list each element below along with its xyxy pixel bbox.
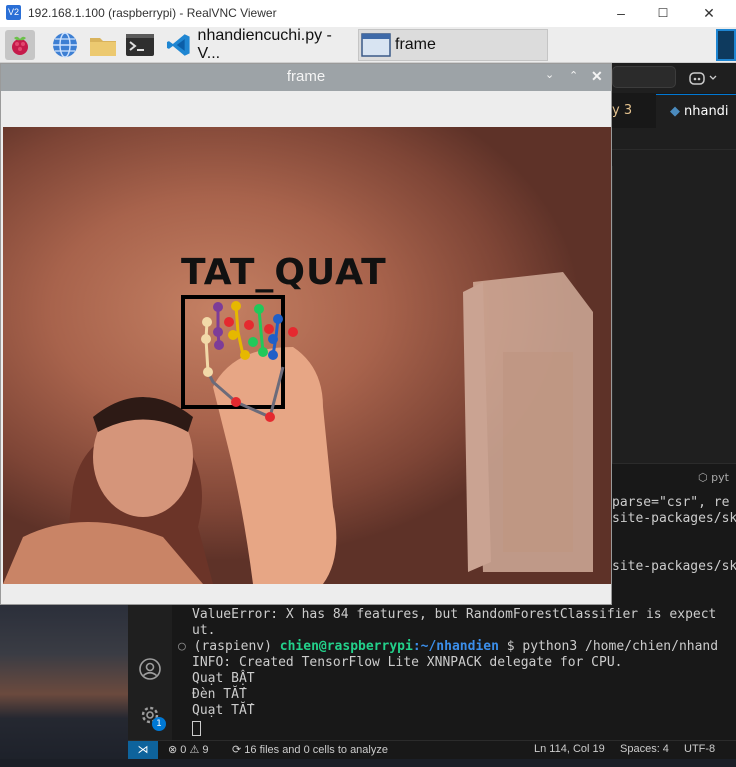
cursor-position[interactable]: Ln 114, Col 19: [534, 743, 605, 755]
problems-indicator[interactable]: ⊗ 0 ⚠ 9: [168, 743, 209, 756]
tab-file-label: nhandi: [684, 104, 729, 119]
raspberry-menu-icon[interactable]: [5, 30, 35, 60]
frame-title: frame: [286, 68, 326, 85]
terminal-line: Quạt BẬT: [192, 671, 255, 686]
vscode-icon: [166, 34, 190, 56]
loading-icon: ⟳: [232, 744, 242, 756]
encoding[interactable]: UTF-8: [684, 743, 715, 755]
terminal-line: Đèn TẮT: [192, 687, 247, 702]
close-button[interactable]: ✕: [686, 0, 732, 27]
file-manager-folder-icon[interactable]: [88, 30, 118, 60]
analysis-status[interactable]: ⟳ 16 files and 0 cells to analyze: [232, 743, 388, 756]
vscode-window-edge: [716, 29, 736, 61]
activity-bar: 1: [128, 605, 172, 740]
air-conditioner-shape: [463, 272, 593, 572]
frame-window[interactable]: frame ⌄ ⌃ ✕ TAT_QUAT: [0, 63, 612, 605]
prompt-command: python3 /home/chien/nhand: [522, 639, 719, 654]
prompt-symbol: $: [506, 639, 515, 654]
remote-indicator-icon[interactable]: ⋊: [128, 741, 158, 760]
task-vscode[interactable]: nhandiencuchi.py - V...: [166, 27, 356, 62]
chevron-up-icon[interactable]: ⌃: [569, 69, 578, 82]
tab-label: y 3: [612, 103, 633, 118]
warning-icon: ⚠: [189, 744, 200, 756]
frame-close-icon[interactable]: ✕: [591, 68, 603, 85]
prompt-env: (raspienv): [193, 639, 272, 654]
terminal-line: Quạt TẮT: [192, 703, 255, 718]
account-icon[interactable]: [138, 657, 162, 681]
terminal-line: INFO: Created TensorFlow Lite XNNPACK de…: [192, 655, 623, 670]
desktop-wallpaper: [0, 605, 128, 767]
terminal-line: site-packages/sk: [612, 511, 736, 526]
terminal-prompt-line: ○ (raspienv) chien@raspberrypi:~/nhandie…: [178, 639, 719, 654]
python-file-icon: ◆: [670, 104, 680, 119]
tab-problems-file[interactable]: y 3: [612, 94, 656, 128]
terminal-line: ValueError: X has 84 features, but Rando…: [192, 607, 717, 622]
editor-area: [612, 166, 736, 463]
indentation[interactable]: Spaces: 4: [620, 743, 669, 755]
settings-badge: 1: [152, 717, 166, 731]
task-vscode-label: nhandiencuchi.py - V...: [197, 27, 332, 62]
copilot-icon[interactable]: [688, 69, 722, 87]
window-title: 192.168.1.100 (raspberrypi) - RealVNC Vi…: [28, 6, 277, 20]
bottom-edge: [0, 759, 736, 767]
error-icon: ⊗: [168, 744, 178, 756]
minimize-button[interactable]: –: [598, 0, 644, 27]
prompt-user: chien@raspberrypi: [279, 639, 413, 654]
status-bar: ⋊ ⊗ 0 ⚠ 9 ⟳ 16 files and 0 cells to anal…: [128, 740, 736, 760]
terminal-line: ut.: [192, 623, 216, 638]
maximize-button[interactable]: ☐: [640, 0, 686, 27]
cube-icon: ⬡: [698, 471, 708, 484]
window-icon: [361, 33, 391, 57]
realvnc-logo-icon: V2: [6, 5, 21, 20]
chevron-down-icon[interactable]: ⌄: [545, 68, 554, 81]
terminal-line: parse="csr", re: [612, 495, 730, 510]
terminal-icon[interactable]: [125, 30, 155, 60]
task-frame[interactable]: frame: [358, 29, 548, 61]
command-center[interactable]: [612, 66, 676, 88]
terminal-python-indicator[interactable]: ⬡ pyt: [698, 471, 729, 484]
terminal-line: site-packages/sk: [612, 559, 736, 574]
browser-globe-icon[interactable]: [50, 30, 80, 60]
terminal-panel[interactable]: ValueError: X has 84 features, but Rando…: [128, 605, 736, 740]
tab-active-file[interactable]: ◆ nhandi: [656, 94, 736, 128]
taskbar: nhandiencuchi.py - V... frame: [0, 27, 736, 63]
terminal-cursor: [192, 721, 201, 736]
hand-landmarks: [181, 295, 298, 422]
prompt-path: :~/nhandien: [412, 639, 499, 654]
task-frame-label: frame: [395, 36, 436, 53]
breadcrumb: [612, 128, 736, 150]
camera-frame-image: TAT_QUAT: [3, 127, 611, 584]
frame-titlebar[interactable]: frame ⌄ ⌃ ✕: [1, 64, 611, 91]
vnc-titlebar: V2 192.168.1.100 (raspberrypi) - RealVNC…: [0, 0, 736, 27]
info-prefix: INFO:: [192, 655, 232, 670]
